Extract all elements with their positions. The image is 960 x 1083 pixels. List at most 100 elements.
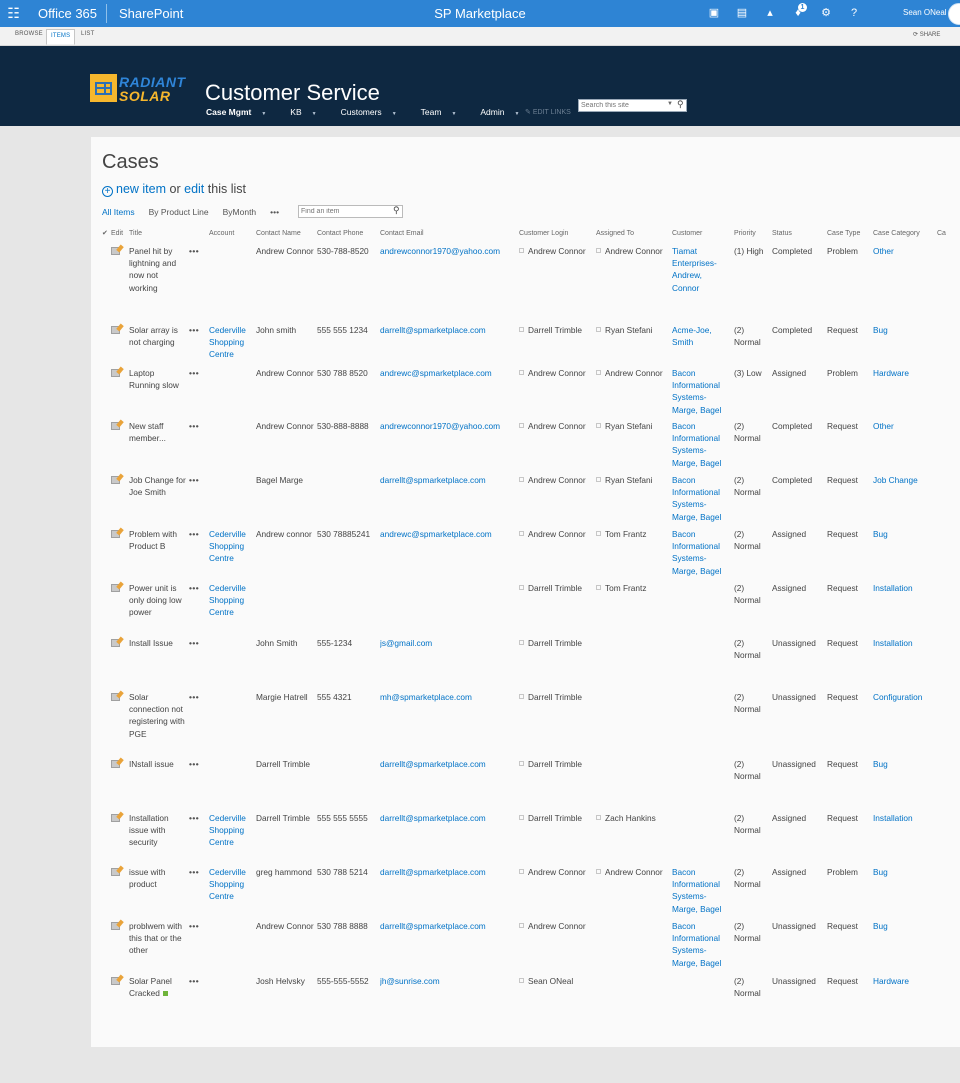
edit-icon[interactable] bbox=[111, 814, 120, 822]
case-category-cell[interactable]: Bug bbox=[873, 916, 937, 971]
case-category-cell[interactable]: Other bbox=[873, 416, 937, 470]
case-category-cell-text[interactable]: Bug bbox=[873, 529, 888, 539]
view-by-month[interactable]: ByMonth bbox=[223, 207, 257, 217]
customer-cell-text[interactable]: Acme-Joe, Smith bbox=[672, 325, 712, 347]
contact-email-cell[interactable]: darrellt@spmarketplace.com bbox=[380, 754, 519, 808]
customer-cell[interactable]: Bacon Informational Systems-Marge, Bagel bbox=[672, 916, 734, 971]
case-category-cell-text[interactable]: Installation bbox=[873, 583, 913, 593]
title-column[interactable]: Title bbox=[129, 228, 189, 241]
contact-email-cell[interactable]: andrewconnor1970@yahoo.com bbox=[380, 416, 519, 470]
ellipsis-icon[interactable]: ••• bbox=[189, 921, 199, 931]
case-category-cell-text[interactable]: Bug bbox=[873, 759, 888, 769]
office365-link[interactable]: Office 365 bbox=[38, 6, 97, 21]
more-views-button[interactable]: ••• bbox=[270, 207, 279, 217]
nav-admin[interactable]: Admin ▼ bbox=[480, 107, 519, 117]
customer-column[interactable]: Customer bbox=[672, 228, 734, 241]
customer-cell[interactable]: Bacon Informational Systems-Marge, Bagel bbox=[672, 416, 734, 470]
ellipsis-icon[interactable]: ••• bbox=[189, 813, 199, 823]
edit-icon[interactable] bbox=[111, 422, 120, 430]
ellipsis-icon[interactable]: ••• bbox=[189, 529, 199, 539]
customer-cell[interactable]: Bacon Informational Systems-Marge, Bagel bbox=[672, 470, 734, 524]
help-icon[interactable]: ? bbox=[840, 0, 868, 27]
view-all-items[interactable]: All Items bbox=[102, 207, 135, 217]
new-item-link[interactable]: new item bbox=[116, 182, 166, 196]
sharepoint-link[interactable]: SharePoint bbox=[119, 6, 183, 21]
ellipsis-icon[interactable]: ••• bbox=[189, 759, 199, 769]
case-category-cell[interactable]: Hardware bbox=[873, 971, 937, 1011]
case-category-cell-text[interactable]: Bug bbox=[873, 867, 888, 877]
view-by-product-line[interactable]: By Product Line bbox=[149, 207, 209, 217]
table-row[interactable]: Laptop Running slow ••• Andrew Connor 530 7… bbox=[102, 363, 949, 416]
account-cell-text[interactable]: Cederville Shopping Centre bbox=[209, 325, 246, 359]
customer-cell-text[interactable]: Bacon Informational Systems-Marge, Bagel bbox=[672, 475, 721, 522]
account-cell-text[interactable]: Cederville Shopping Centre bbox=[209, 813, 246, 847]
ellipsis-icon[interactable]: ••• bbox=[189, 421, 199, 431]
contact-email-cell-text[interactable]: jh@sunrise.com bbox=[380, 976, 440, 986]
priority-column[interactable]: Priority bbox=[734, 228, 772, 241]
search-icon[interactable]: ⚲ bbox=[677, 99, 684, 110]
case-category-cell[interactable]: Bug bbox=[873, 862, 937, 916]
ellipsis-icon[interactable]: ••• bbox=[189, 976, 199, 986]
customer-login-column[interactable]: Customer Login bbox=[519, 228, 596, 241]
app-launcher-icon[interactable]: ☷ bbox=[0, 0, 27, 27]
case-category-cell-text[interactable]: Hardware bbox=[873, 368, 909, 378]
add-icon[interactable]: + bbox=[102, 186, 113, 197]
case-category-cell-text[interactable]: Installation bbox=[873, 813, 913, 823]
extra-column[interactable]: Ca bbox=[937, 228, 949, 241]
case-category-cell[interactable]: Bug bbox=[873, 754, 937, 808]
customer-cell-text[interactable]: Bacon Informational Systems-Marge, Bagel bbox=[672, 368, 721, 415]
customer-cell[interactable]: Acme-Joe, Smith bbox=[672, 320, 734, 363]
onedrive-icon[interactable]: ▤ bbox=[728, 0, 756, 27]
customer-cell[interactable] bbox=[672, 808, 734, 862]
table-row[interactable]: Solar connection not registering with PG… bbox=[102, 687, 949, 754]
customer-cell[interactable]: Bacon Informational Systems-Marge, Bagel bbox=[672, 524, 734, 578]
case-category-cell[interactable]: Installation bbox=[873, 633, 937, 687]
contact-email-cell-text[interactable]: darrellt@spmarketplace.com bbox=[380, 325, 486, 335]
case-category-column[interactable]: Case Category bbox=[873, 228, 937, 241]
sites-icon[interactable]: ▴ bbox=[756, 0, 784, 27]
edit-icon[interactable] bbox=[111, 326, 120, 334]
customer-cell-text[interactable]: Tiamat Enterprises-Andrew, Connor bbox=[672, 246, 717, 293]
table-row[interactable]: Solar Panel Cracked ••• Josh Helvsky 555-55… bbox=[102, 971, 949, 1011]
table-row[interactable]: Installation issue with security ••• Ceder… bbox=[102, 808, 949, 862]
select-all-column[interactable]: ✔ bbox=[102, 228, 111, 241]
contact-email-cell-text[interactable]: darrellt@spmarketplace.com bbox=[380, 813, 486, 823]
edit-icon[interactable] bbox=[111, 977, 120, 985]
table-row[interactable]: Job Change for Joe Smith ••• Bagel Marge da… bbox=[102, 470, 949, 524]
contact-email-cell[interactable]: jh@sunrise.com bbox=[380, 971, 519, 1011]
customer-cell[interactable] bbox=[672, 578, 734, 633]
case-category-cell-text[interactable]: Hardware bbox=[873, 976, 909, 986]
contact-phone-column[interactable]: Contact Phone bbox=[317, 228, 380, 241]
nav-kb[interactable]: KB ▼ bbox=[290, 107, 316, 117]
account-cell-text[interactable]: Cederville Shopping Centre bbox=[209, 867, 246, 901]
case-category-cell[interactable]: Bug bbox=[873, 320, 937, 363]
ellipsis-icon[interactable]: ••• bbox=[189, 246, 199, 256]
contact-email-cell[interactable]: mh@spmarketplace.com bbox=[380, 687, 519, 754]
case-type-column[interactable]: Case Type bbox=[827, 228, 873, 241]
search-icon[interactable]: ⚲ bbox=[393, 205, 400, 216]
table-row[interactable]: Panel hit by lightning and now not worki… bbox=[102, 241, 949, 320]
account-cell[interactable] bbox=[209, 916, 256, 971]
case-category-cell[interactable]: Bug bbox=[873, 524, 937, 578]
site-search-input[interactable] bbox=[581, 100, 661, 111]
table-row[interactable]: Problem with Product B ••• Cederville Shop… bbox=[102, 524, 949, 578]
customer-cell[interactable]: Bacon Informational Systems-Marge, Bagel bbox=[672, 862, 734, 916]
case-category-cell-text[interactable]: Configuration bbox=[873, 692, 922, 702]
account-cell-text[interactable]: Cederville Shopping Centre bbox=[209, 529, 246, 563]
customer-cell[interactable] bbox=[672, 971, 734, 1011]
case-category-cell[interactable]: Installation bbox=[873, 808, 937, 862]
table-row[interactable]: issue with product ••• Cederville Shopping… bbox=[102, 862, 949, 916]
edit-icon[interactable] bbox=[111, 693, 120, 701]
account-cell[interactable] bbox=[209, 971, 256, 1011]
contact-email-cell-text[interactable]: darrellt@spmarketplace.com bbox=[380, 921, 486, 931]
case-category-cell[interactable]: Hardware bbox=[873, 363, 937, 416]
edit-links-button[interactable]: ✎ EDIT LINKS bbox=[525, 108, 571, 116]
account-cell[interactable]: Cederville Shopping Centre bbox=[209, 320, 256, 363]
nav-case-mgmt[interactable]: Case Mgmt ▼ bbox=[206, 107, 266, 117]
contact-email-cell-text[interactable]: darrellt@spmarketplace.com bbox=[380, 759, 486, 769]
site-logo[interactable]: RADIANT SOLAR bbox=[90, 74, 192, 104]
notifications-icon[interactable]: ♦ 1 bbox=[784, 0, 812, 27]
account-cell[interactable] bbox=[209, 416, 256, 470]
contact-email-cell[interactable]: darrellt@spmarketplace.com bbox=[380, 862, 519, 916]
share-button[interactable]: ⟳ SHARE bbox=[913, 31, 940, 38]
